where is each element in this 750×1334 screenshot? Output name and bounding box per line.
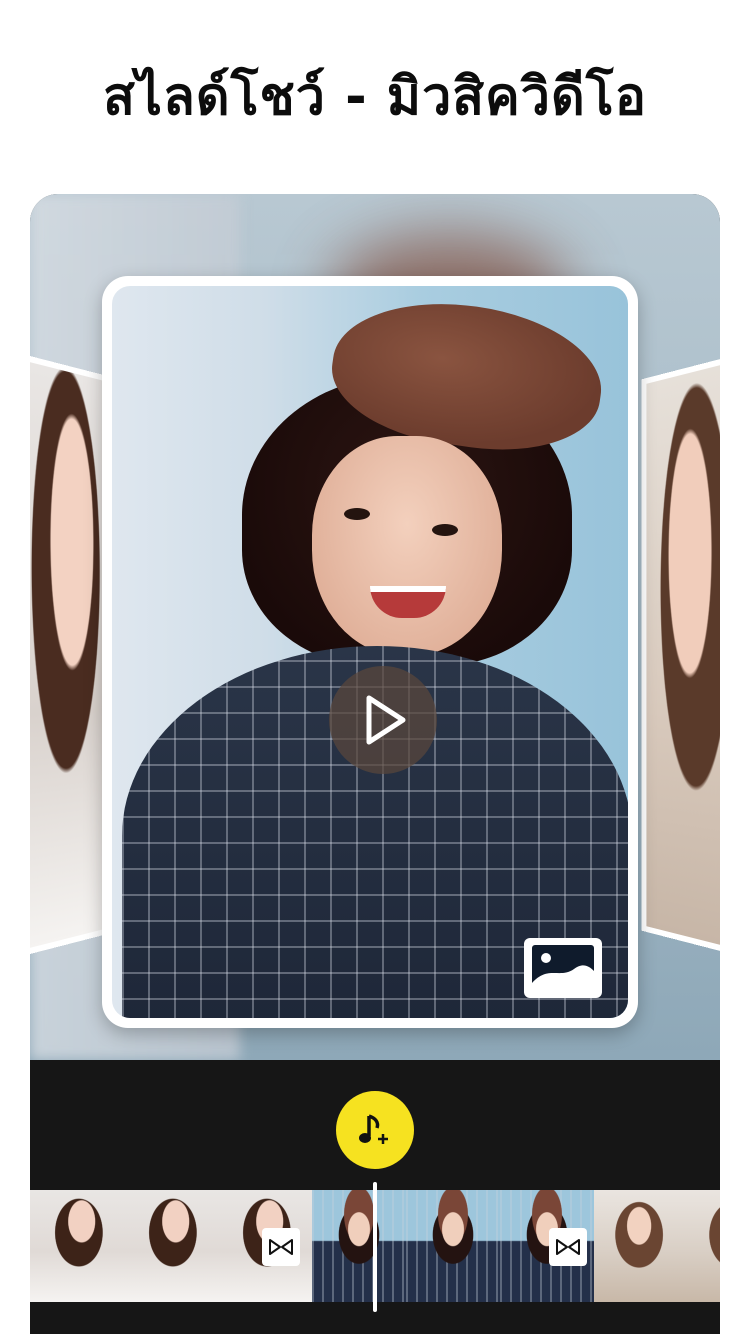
play-icon [366,695,406,745]
next-slide-card[interactable] [641,346,720,964]
transition-bowtie-icon [556,1239,580,1255]
timeline-thumbnail[interactable] [406,1190,500,1302]
promo-headline: สไลด์โชว์ - มิวสิควิดีโอ [103,67,647,127]
current-slide-card [102,276,638,1028]
play-button[interactable] [329,666,437,774]
timeline-thumbnail[interactable] [30,1190,124,1302]
timeline-playhead[interactable] [373,1182,377,1312]
image-gallery-button[interactable] [524,938,602,998]
transition-button[interactable] [262,1228,300,1266]
slideshow-preview [30,194,720,1060]
timeline-thumbnail[interactable] [124,1190,218,1302]
transition-button[interactable] [549,1228,587,1266]
next-slide-photo [646,354,720,956]
transition-bowtie-icon [269,1239,293,1255]
photo-eye-left [344,508,370,520]
photo-eye-right [432,524,458,536]
image-gallery-icon [532,945,594,991]
add-music-icon [359,1114,388,1144]
timeline-thumbnail[interactable] [312,1190,406,1302]
timeline-thumbnail[interactable] [594,1190,688,1302]
app-screen [30,194,720,1334]
clip-timeline[interactable] [30,1182,720,1312]
timeline-thumbnail[interactable] [688,1190,720,1302]
current-slide-photo [112,286,628,1018]
add-music-button[interactable] [336,1091,414,1169]
photo-face [312,436,502,656]
